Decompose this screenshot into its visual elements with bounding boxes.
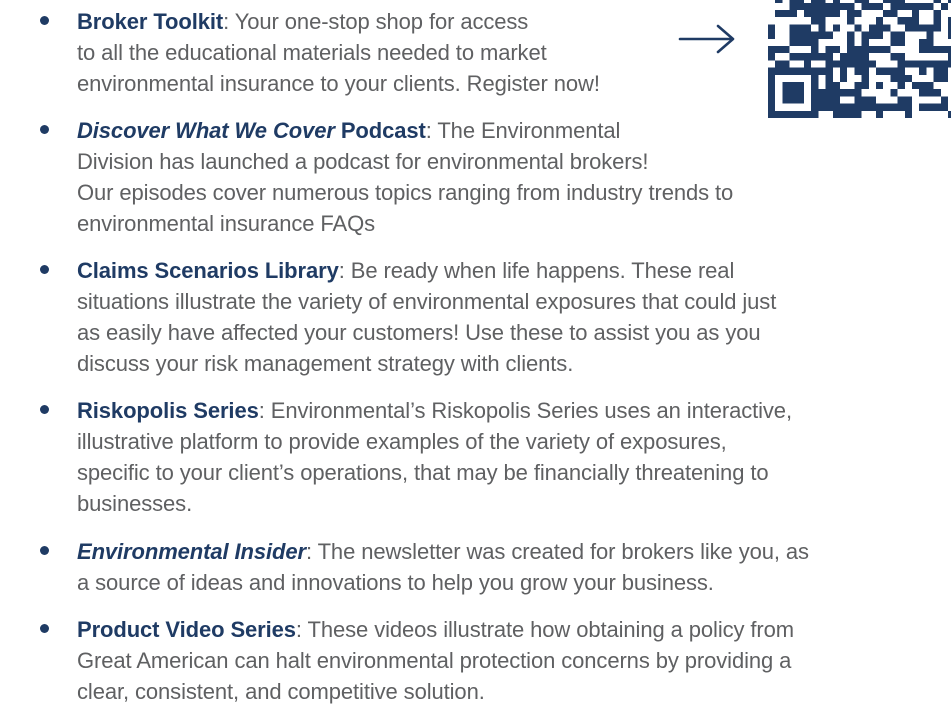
- list-item-line-3: clear, consistent, and competitive solut…: [77, 679, 485, 704]
- broker-toolkit-link[interactable]: Broker Toolkit: [77, 9, 223, 34]
- podcast-title-link[interactable]: Discover What We Cover: [77, 118, 335, 143]
- list-item-line-2: illustrative platform to provide example…: [77, 429, 727, 454]
- list-item-line-3: specific to your client’s operations, th…: [77, 460, 769, 485]
- bullet-icon: [40, 265, 49, 274]
- list-item-line-text: : Environmental’s Riskopolis Series uses…: [258, 398, 792, 423]
- list-item-line-text: : Be ready when life happens. These real: [338, 258, 735, 283]
- list-item-line-1: Discover What We Cover Podcast: The Envi…: [77, 115, 733, 146]
- bullet-icon: [40, 405, 49, 414]
- list-item-line-2: to all the educational materials needed …: [77, 40, 547, 65]
- list-item-line-4: businesses.: [77, 491, 193, 516]
- list-item-text: Riskopolis Series: Environmental’s Risko…: [77, 395, 792, 519]
- environmental-insider-link[interactable]: Environmental Insider: [77, 539, 306, 564]
- list-item-line-1: Environmental Insider: The newsletter wa…: [77, 536, 809, 567]
- list-item-line-3: Our episodes cover numerous topics rangi…: [77, 180, 734, 205]
- bullet-icon: [40, 125, 49, 134]
- list-item-line-1: Riskopolis Series: Environmental’s Risko…: [77, 395, 792, 426]
- list-item-line-text: : These videos illustrate how obtaining …: [295, 617, 795, 642]
- list-item-line-3: as easily have affected your customers! …: [77, 320, 761, 345]
- list-item-line-text: : Your one-stop shop for access: [223, 9, 529, 34]
- list-item-line-1: Broker Toolkit: Your one-stop shop for a…: [77, 6, 600, 37]
- claims-scenarios-link[interactable]: Claims Scenarios Library: [77, 258, 339, 283]
- arrow-right-icon: [678, 24, 735, 54]
- list-item-text: Claims Scenarios Library: Be ready when …: [77, 255, 776, 379]
- list-item-line-2: a source of ideas and innovations to hel…: [77, 570, 714, 595]
- list-item-line-2: Great American can halt environmental pr…: [77, 648, 792, 673]
- list-item-text: Product Video Series: These videos illus…: [77, 614, 794, 707]
- list-item-line-4: discuss your risk management strategy wi…: [77, 351, 574, 376]
- list-item-text: Environmental Insider: The newsletter wa…: [77, 536, 809, 598]
- bullet-icon: [40, 546, 49, 555]
- list-item-line-3: environmental insurance to your clients.…: [77, 71, 600, 96]
- list-item-text: Discover What We Cover Podcast: The Envi…: [77, 115, 733, 239]
- list-item-text: Broker Toolkit: Your one-stop shop for a…: [77, 6, 600, 99]
- list-item-line-text: : The newsletter was created for brokers…: [305, 539, 809, 564]
- list-item-line-text: : The Environmental: [425, 118, 621, 143]
- product-video-link[interactable]: Product Video Series: [77, 617, 296, 642]
- list-item-line-1: Claims Scenarios Library: Be ready when …: [77, 255, 776, 286]
- riskopolis-link[interactable]: Riskopolis Series: [77, 398, 259, 423]
- list-item-line-1: Product Video Series: These videos illus…: [77, 614, 794, 645]
- list-item-line-2: Division has launched a podcast for envi…: [77, 149, 649, 174]
- podcast-title-suffix: Podcast: [334, 118, 426, 143]
- bullet-icon: [40, 16, 49, 25]
- list-item-line-2: situations illustrate the variety of env…: [77, 289, 777, 314]
- list-item-line-4: environmental insurance FAQs: [77, 211, 376, 236]
- qr-code-icon[interactable]: [768, 0, 951, 118]
- bullet-icon: [40, 624, 49, 633]
